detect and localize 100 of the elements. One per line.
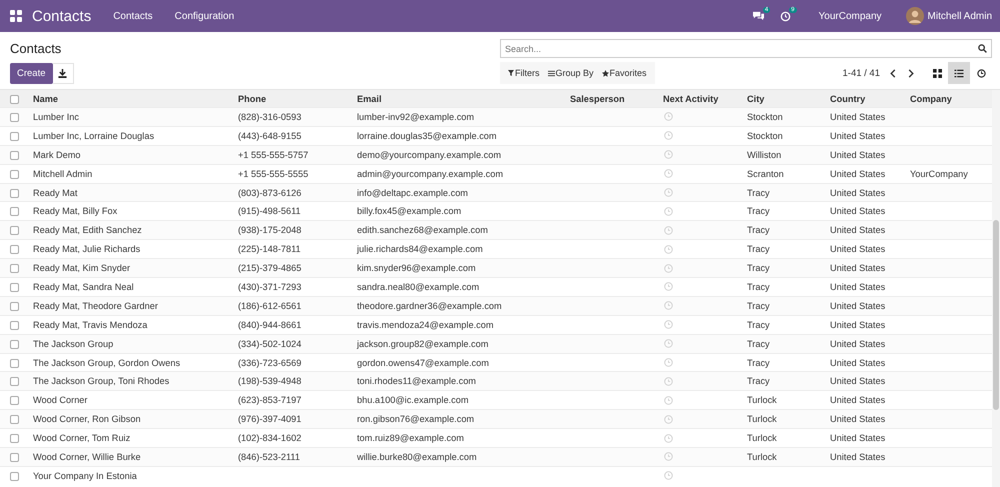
activity-clock-icon[interactable]	[664, 320, 673, 330]
table-cell: (976)-397-4091	[238, 414, 302, 424]
table-cell: United States	[830, 338, 886, 349]
row-checkbox[interactable]	[10, 453, 19, 462]
activity-clock-icon[interactable]	[664, 339, 673, 348]
table-cell: The Jackson Group	[33, 338, 114, 349]
row-checkbox[interactable]	[10, 434, 19, 444]
search-icon[interactable]	[978, 44, 987, 53]
table-cell: (443)-648-9155	[238, 130, 302, 141]
table-cell: Ready Mat, Billy Fox	[33, 206, 118, 216]
funnel-icon	[508, 70, 514, 76]
table-cell: Turlock	[747, 452, 777, 462]
table-cell: (915)-498-5611	[238, 206, 301, 216]
table-cell: Ready Mat	[33, 188, 78, 198]
create-button[interactable]: Create	[10, 63, 53, 84]
table-cell: Wood Corner, Ron Gibson	[33, 414, 141, 424]
row-checkbox[interactable]	[10, 377, 19, 386]
row-checkbox[interactable]	[10, 302, 19, 311]
clock-icon[interactable]	[780, 10, 792, 22]
activity-clock-icon[interactable]	[664, 282, 673, 292]
app-title[interactable]: Contacts	[32, 8, 92, 24]
menu-item[interactable]: Configuration	[174, 10, 234, 22]
table-cell: Tracy	[747, 206, 770, 216]
select-all-checkbox[interactable]	[10, 94, 19, 104]
table-cell: Mitchell Admin	[33, 168, 92, 179]
row-checkbox[interactable]	[10, 264, 19, 274]
activity-clock-icon[interactable]	[664, 264, 673, 273]
row-checkbox[interactable]	[10, 358, 19, 368]
table-cell: +1 555-555-5757	[238, 150, 308, 160]
apps-menu-icon[interactable]	[10, 10, 22, 22]
table-cell: Ready Mat, Travis Mendoza	[33, 320, 148, 330]
activity-clock-icon[interactable]	[664, 169, 673, 178]
activity-clock-icon[interactable]	[664, 471, 673, 480]
table-cell: lorraine.douglas35@example.com	[357, 130, 497, 141]
table-cell: Tracy	[747, 225, 770, 236]
filter-menu-button[interactable]: Group By	[544, 68, 598, 78]
activity-clock-icon[interactable]	[664, 206, 673, 216]
activity-clock-icon[interactable]	[664, 396, 673, 405]
table-cell: Ready Mat, Julie Richards	[33, 244, 140, 254]
search-field[interactable]: Search...	[500, 39, 992, 58]
activity-clock-icon[interactable]	[664, 244, 673, 254]
table-cell: Tracy	[747, 244, 770, 254]
activity-clock-icon[interactable]	[664, 434, 673, 443]
page-title: Contacts	[10, 41, 62, 56]
pager-value[interactable]: 1-41 / 41	[842, 68, 880, 78]
activity-clock-icon[interactable]	[664, 188, 673, 197]
download-button[interactable]	[52, 63, 74, 84]
activity-clock-icon[interactable]	[664, 358, 673, 368]
activity-clock-icon[interactable]	[664, 131, 673, 140]
activity-clock-icon[interactable]	[664, 150, 673, 160]
table-cell: Tracy	[747, 320, 770, 330]
row-checkbox[interactable]	[10, 415, 19, 424]
row-checkbox[interactable]	[10, 226, 19, 236]
row-checkbox[interactable]	[10, 207, 19, 216]
star-icon	[602, 70, 609, 76]
table-cell: (225)-148-7811	[238, 244, 301, 254]
row-checkbox[interactable]	[10, 340, 19, 349]
row-checkbox[interactable]	[10, 150, 19, 160]
table-cell: Ready Mat, Edith Sanchez	[33, 225, 142, 236]
row-checkbox[interactable]	[10, 112, 19, 122]
activity-clock-icon[interactable]	[664, 376, 673, 386]
row-checkbox[interactable]	[10, 245, 19, 254]
table-cell: Wood Corner, Tom Ruiz	[33, 433, 130, 444]
table-cell: United States	[830, 358, 886, 368]
list-view-button[interactable]	[948, 62, 970, 84]
table-cell: United States	[830, 414, 886, 424]
chat-icon[interactable]	[752, 10, 765, 22]
activity-clock-icon[interactable]	[664, 226, 673, 235]
column-header[interactable]: Phone	[238, 94, 266, 104]
row-checkbox[interactable]	[10, 282, 19, 292]
row-checkbox[interactable]	[10, 132, 19, 141]
row-checkbox[interactable]	[10, 320, 19, 330]
table-cell: travis.mendoza24@example.com	[357, 320, 494, 330]
row-checkbox[interactable]	[10, 472, 19, 481]
activity-clock-icon[interactable]	[664, 414, 673, 424]
table-cell: Lumber Inc	[33, 112, 79, 122]
table-cell: (623)-853-7197	[238, 395, 302, 406]
table-cell: billy.fox45@example.com	[357, 206, 462, 216]
table-cell: (846)-523-2111	[238, 452, 300, 462]
previous-icon[interactable]	[890, 68, 896, 78]
next-icon[interactable]	[908, 68, 914, 78]
company-switcher[interactable]: YourCompany	[818, 10, 882, 22]
row-checkbox[interactable]	[10, 188, 19, 198]
menu-item[interactable]: Contacts	[113, 10, 153, 22]
column-header[interactable]: Name	[33, 94, 58, 104]
activity-clock-icon[interactable]	[664, 112, 673, 122]
scrollbar[interactable]	[992, 90, 1000, 487]
activity-clock-icon[interactable]	[664, 452, 673, 462]
table-cell: Mark Demo	[33, 150, 80, 160]
column-header[interactable]: Email	[357, 94, 382, 104]
column-header[interactable]: City	[747, 94, 764, 104]
filter-menu-button[interactable]: Favorites	[598, 68, 651, 78]
user-name[interactable]: Mitchell Admin	[928, 10, 992, 22]
table-cell: (938)-175-2048	[238, 225, 302, 236]
filter-menu-button[interactable]: Filters	[504, 68, 544, 78]
activity-clock-icon[interactable]	[664, 301, 673, 310]
row-checkbox[interactable]	[10, 396, 19, 406]
avatar-icon[interactable]	[906, 7, 924, 25]
row-checkbox[interactable]	[10, 170, 19, 179]
table-cell: United States	[830, 206, 886, 216]
